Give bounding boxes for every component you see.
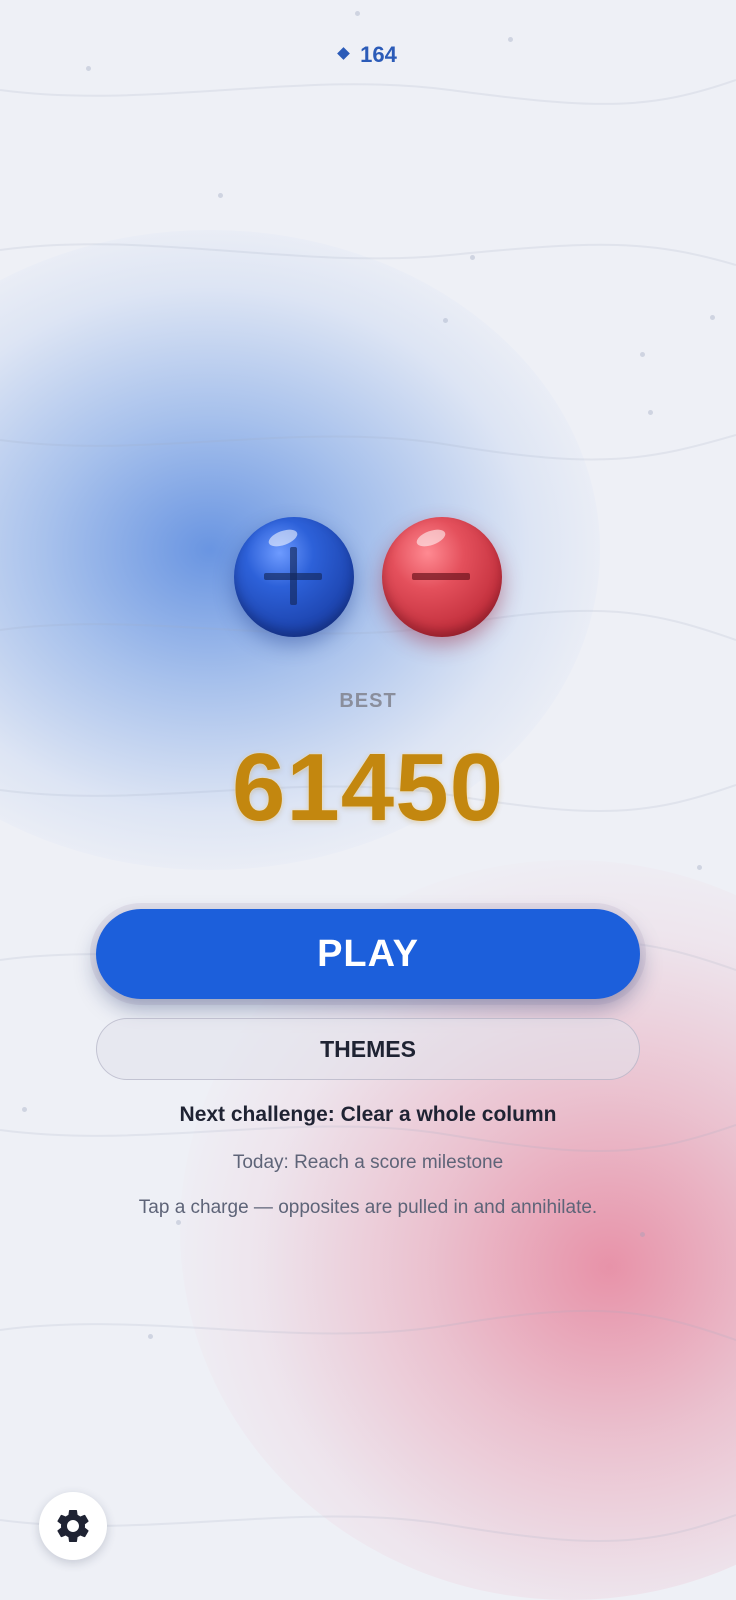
settings-button[interactable] bbox=[39, 1492, 107, 1560]
gameplay-hint-text: Tap a charge — opposites are pulled in a… bbox=[138, 1197, 598, 1218]
currency-counter: 164 bbox=[0, 42, 736, 68]
play-button[interactable]: PLAY bbox=[96, 909, 640, 999]
ball-highlight bbox=[414, 526, 448, 550]
negative-charge-ball bbox=[382, 517, 502, 637]
best-label: BEST bbox=[339, 690, 397, 712]
themes-button[interactable]: THEMES bbox=[96, 1018, 640, 1080]
best-score: 61450 bbox=[232, 734, 504, 841]
daily-goal-text: Today: Reach a score milestone bbox=[232, 1152, 504, 1173]
currency-value: 164 bbox=[360, 42, 397, 67]
next-challenge-text: Next challenge: Clear a whole column bbox=[179, 1103, 557, 1126]
gear-icon bbox=[57, 1510, 89, 1542]
diamond-icon bbox=[337, 47, 351, 60]
positive-charge-ball bbox=[234, 517, 354, 637]
